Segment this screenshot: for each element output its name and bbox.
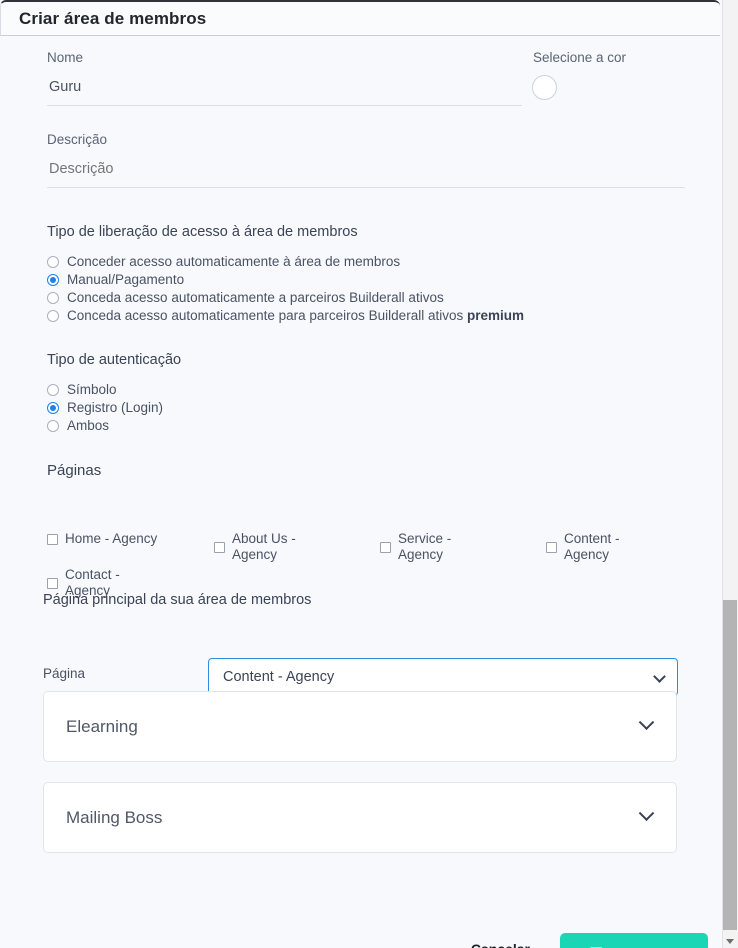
scroll-down-arrow-icon[interactable] bbox=[726, 939, 734, 944]
color-label: Selecione a cor bbox=[533, 50, 626, 65]
radio-access-1[interactable]: Manual/Pagamento bbox=[47, 271, 524, 288]
checkbox-indicator bbox=[380, 542, 391, 553]
checkbox-indicator bbox=[47, 578, 58, 589]
radio-label: Conceda acesso automaticamente para parc… bbox=[67, 308, 524, 323]
radio-label: Símbolo bbox=[67, 382, 117, 397]
members-area-dialog: Criar área de membros Nome Selecione a c… bbox=[0, 0, 738, 948]
checkbox-page-3[interactable]: Content - Agency bbox=[546, 531, 660, 563]
checkbox-page-0[interactable]: Home - Agency bbox=[47, 531, 157, 547]
main-page-field-label: Página bbox=[43, 666, 85, 681]
pages-heading: Páginas bbox=[47, 462, 101, 479]
cancel-button[interactable]: Cancelar bbox=[467, 935, 534, 948]
dialog-body: Nome Selecione a cor Descrição Tipo de l… bbox=[0, 37, 720, 948]
radio-label: Conceda acesso automaticamente a parceir… bbox=[67, 290, 444, 305]
accordion-title: Elearning bbox=[66, 717, 641, 737]
access-type-radio-group: Conceder acesso automaticamente à área d… bbox=[47, 253, 524, 325]
floppy-disk-icon bbox=[588, 945, 607, 948]
checkbox-page-1[interactable]: About Us - Agency bbox=[214, 531, 328, 563]
chevron-down-icon bbox=[639, 714, 655, 730]
radio-label: Conceder acesso automaticamente à área d… bbox=[67, 254, 400, 269]
page-title: Criar área de membros bbox=[19, 9, 206, 29]
radio-access-2[interactable]: Conceda acesso automaticamente a parceir… bbox=[47, 289, 524, 306]
radio-label: Ambos bbox=[67, 418, 109, 433]
radio-indicator bbox=[47, 310, 59, 322]
radio-indicator bbox=[47, 292, 59, 304]
radio-label-text: Conceda acesso automaticamente para parc… bbox=[67, 308, 467, 323]
authentication-radio-group: Símbolo Registro (Login) Ambos bbox=[47, 381, 163, 435]
checkbox-label: Home - Agency bbox=[65, 531, 157, 547]
authentication-heading: Tipo de autenticação bbox=[47, 352, 181, 368]
chevron-down-icon bbox=[639, 805, 655, 821]
radio-auth-2[interactable]: Ambos bbox=[47, 417, 163, 434]
save-button[interactable]: SALVAR bbox=[560, 933, 708, 948]
radio-indicator bbox=[47, 256, 59, 268]
checkbox-indicator bbox=[214, 542, 225, 553]
accordion-panel-elearning[interactable]: Elearning bbox=[43, 691, 677, 762]
checkbox-label: Service - Agency bbox=[398, 531, 494, 563]
accordion-title: Mailing Boss bbox=[66, 808, 641, 828]
checkbox-indicator bbox=[47, 534, 58, 545]
checkbox-page-2[interactable]: Service - Agency bbox=[380, 531, 494, 563]
name-input[interactable] bbox=[47, 74, 522, 106]
checkbox-label: Content - Agency bbox=[564, 531, 660, 563]
accordion-panel-mailing-boss[interactable]: Mailing Boss bbox=[43, 782, 677, 853]
radio-auth-1[interactable]: Registro (Login) bbox=[47, 399, 163, 416]
dialog-titlebar: Criar área de membros bbox=[0, 0, 720, 36]
radio-access-3[interactable]: Conceda acesso automaticamente para parc… bbox=[47, 307, 524, 324]
radio-indicator bbox=[47, 384, 59, 396]
description-label: Descrição bbox=[47, 132, 107, 147]
color-swatch-button[interactable] bbox=[532, 75, 557, 100]
description-input[interactable] bbox=[47, 156, 685, 188]
radio-indicator-selected bbox=[47, 402, 59, 414]
radio-access-0[interactable]: Conceder acesso automaticamente à área d… bbox=[47, 253, 524, 270]
name-label: Nome bbox=[47, 50, 83, 65]
radio-indicator bbox=[47, 420, 59, 432]
main-page-heading: Página principal da sua área de membros bbox=[43, 592, 311, 608]
vertical-scrollbar-track[interactable] bbox=[722, 0, 738, 948]
radio-label: Registro (Login) bbox=[67, 400, 163, 415]
radio-indicator-selected bbox=[47, 274, 59, 286]
vertical-scrollbar-thumb[interactable] bbox=[723, 600, 737, 930]
radio-label-emphasis: premium bbox=[467, 308, 524, 323]
radio-auth-0[interactable]: Símbolo bbox=[47, 381, 163, 398]
radio-label: Manual/Pagamento bbox=[67, 272, 184, 287]
checkbox-label: About Us - Agency bbox=[232, 531, 328, 563]
checkbox-indicator bbox=[546, 542, 557, 553]
access-type-heading: Tipo de liberação de acesso à área de me… bbox=[47, 224, 358, 240]
